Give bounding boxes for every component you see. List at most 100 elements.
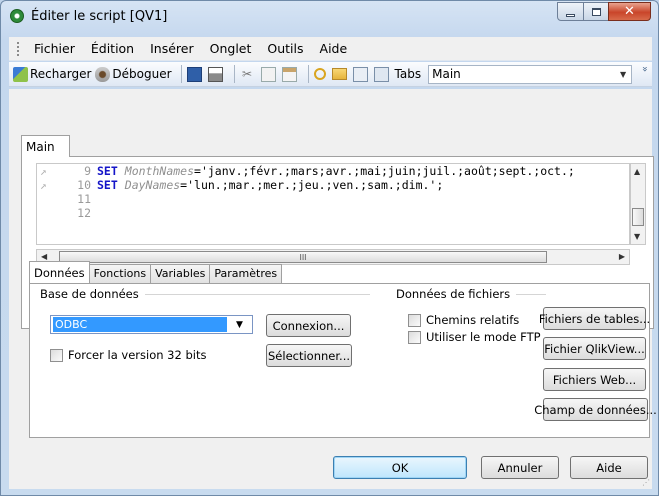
menu-outils[interactable]: Outils — [259, 41, 311, 56]
cut-button[interactable]: ✂ — [240, 67, 257, 82]
search-icon — [313, 68, 326, 80]
tab-main[interactable]: Main — [21, 135, 70, 157]
close-icon: ✕ — [624, 4, 635, 19]
cancel-button[interactable]: Annuler — [481, 456, 559, 479]
select-button[interactable]: Sélectionner... — [266, 344, 352, 367]
ftp-mode-checkbox[interactable]: Utiliser le mode FTP — [408, 330, 541, 344]
resize-grip-icon[interactable]: ⋰ — [642, 478, 650, 487]
reload-button[interactable]: Recharger — [13, 66, 92, 82]
toolbar-separator — [307, 65, 309, 83]
reload-label: Recharger — [30, 67, 92, 81]
tab-parametres[interactable]: Paramètres — [209, 264, 283, 283]
line-number: 9 — [84, 164, 91, 178]
code-line: 12 — [37, 206, 629, 220]
database-select[interactable]: ODBC ▼ — [50, 315, 253, 334]
promote-tab-icon — [352, 66, 368, 82]
code-value: ='lun.;mar.;mer.;jeu.;ven.;sam.;dim.'; — [180, 178, 444, 192]
debug-label: Déboguer — [112, 67, 172, 81]
menu-inserer[interactable]: Insérer — [142, 41, 202, 56]
table-files-button[interactable]: Fichiers de tables... — [539, 307, 650, 330]
maximize-button[interactable] — [583, 2, 609, 21]
code-line: ↗ 9 SET MonthNames ='janv.;févr.;mars;avr… — [37, 164, 629, 178]
force-32bit-checkbox[interactable]: Forcer la version 32 bits — [50, 348, 206, 362]
code-keyword: SET — [97, 178, 118, 192]
scroll-up-icon[interactable]: ▲ — [634, 167, 640, 176]
line-number: 12 — [77, 206, 91, 220]
connect-button[interactable]: Connexion... — [266, 314, 351, 337]
chevron-down-icon: ▼ — [236, 319, 243, 330]
data-field-button[interactable]: Champ de données... — [534, 398, 657, 421]
line-marker-icon: ↗ — [40, 165, 47, 178]
maximize-icon — [591, 7, 601, 16]
menu-bar: Fichier Édition Insérer Onglet Outils Ai… — [9, 37, 652, 61]
tab-fonctions[interactable]: Fonctions — [88, 264, 152, 283]
line-gutter: ↗ 9 — [37, 164, 97, 178]
print-button[interactable] — [207, 66, 225, 82]
scroll-right-icon[interactable]: ▶ — [619, 252, 625, 261]
checkbox-box[interactable] — [408, 330, 421, 344]
debug-bug-icon — [95, 66, 111, 82]
line-gutter: 11 — [37, 192, 97, 206]
save-icon — [186, 66, 202, 82]
tab-right-button[interactable] — [373, 66, 391, 82]
scroll-left-icon[interactable]: ◀ — [41, 252, 47, 261]
line-gutter: 12 — [37, 206, 97, 220]
title-bar[interactable]: Éditer le script [QV1] ✕ — [1, 1, 658, 33]
line-gutter: ↗ 10 — [37, 178, 97, 192]
menu-onglet[interactable]: Onglet — [202, 41, 260, 56]
find-button[interactable] — [313, 68, 328, 80]
vertical-scroll-thumb[interactable] — [632, 208, 644, 226]
line-number: 10 — [77, 178, 91, 192]
tabs-label: Tabs — [394, 67, 422, 81]
menu-edition[interactable]: Édition — [83, 41, 142, 56]
ftp-mode-label: Utiliser le mode FTP — [426, 330, 541, 344]
menu-aide[interactable]: Aide — [312, 41, 356, 56]
copy-button[interactable] — [260, 66, 278, 82]
database-group-label: Base de données — [40, 287, 145, 301]
qlikview-file-button[interactable]: Fichier QlikView... — [543, 337, 646, 360]
reload-icon — [13, 66, 28, 82]
file-data-group-label: Données de fichiers — [396, 287, 517, 301]
tab-donnees[interactable]: Données — [29, 261, 90, 283]
folder-icon — [331, 68, 347, 80]
paste-button[interactable] — [281, 66, 299, 82]
main-panel: Main ↗ 9 SET MonthNames ='janv.;févr.;mar… — [9, 89, 657, 489]
menu-fichier[interactable]: Fichier — [26, 41, 83, 56]
tab-variables[interactable]: Variables — [150, 264, 211, 283]
menu-grip-icon[interactable] — [17, 41, 20, 56]
tab-select-value: Main — [432, 67, 461, 81]
ok-button[interactable]: OK — [333, 456, 467, 479]
tab-left-button[interactable] — [352, 66, 370, 82]
close-button[interactable]: ✕ — [608, 2, 651, 21]
code-line: 11 — [37, 192, 629, 206]
code-keyword: SET — [97, 164, 118, 178]
relative-paths-checkbox[interactable]: Chemins relatifs — [408, 313, 519, 327]
scroll-down-icon[interactable]: ▼ — [634, 232, 640, 241]
help-button[interactable]: Aide — [570, 456, 648, 479]
demote-tab-icon — [373, 66, 389, 82]
minimize-icon — [566, 13, 575, 17]
tab-select-dropdown[interactable]: Main ▼ — [428, 64, 633, 84]
database-select-value: ODBC — [53, 317, 227, 332]
web-files-button[interactable]: Fichiers Web... — [543, 368, 646, 391]
toolbar-separator — [233, 65, 235, 83]
open-folder-button[interactable] — [331, 68, 349, 80]
line-marker-icon: ↗ — [40, 179, 47, 192]
debug-button[interactable]: Déboguer — [95, 66, 172, 82]
bottom-tab-strip: Données Fonctions Variables Paramètres — [29, 261, 283, 283]
cut-icon: ✂ — [242, 66, 253, 81]
save-button[interactable] — [186, 66, 204, 82]
script-editor-window: Éditer le script [QV1] ✕ Fichier Édition… — [0, 0, 659, 496]
toolbar-overflow-icon[interactable]: » — [639, 66, 650, 72]
relative-paths-label: Chemins relatifs — [426, 313, 520, 327]
script-code-area[interactable]: ↗ 9 SET MonthNames ='janv.;févr.;mars;avr… — [36, 163, 630, 245]
toolbar: Recharger Déboguer ✂ Tabs Main ▼ » — [9, 62, 652, 87]
line-number: 11 — [77, 192, 91, 206]
minimize-button[interactable] — [557, 2, 584, 21]
code-variable: DayNames — [124, 178, 181, 192]
checkbox-box[interactable] — [408, 313, 421, 327]
checkbox-box[interactable] — [50, 348, 63, 362]
vertical-scrollbar[interactable]: ▲ ▼ — [630, 163, 646, 245]
code-value: ='janv.;févr.;mars;avr.;mai;juin;juil.;a… — [194, 164, 575, 178]
qlikview-app-icon — [10, 9, 24, 23]
